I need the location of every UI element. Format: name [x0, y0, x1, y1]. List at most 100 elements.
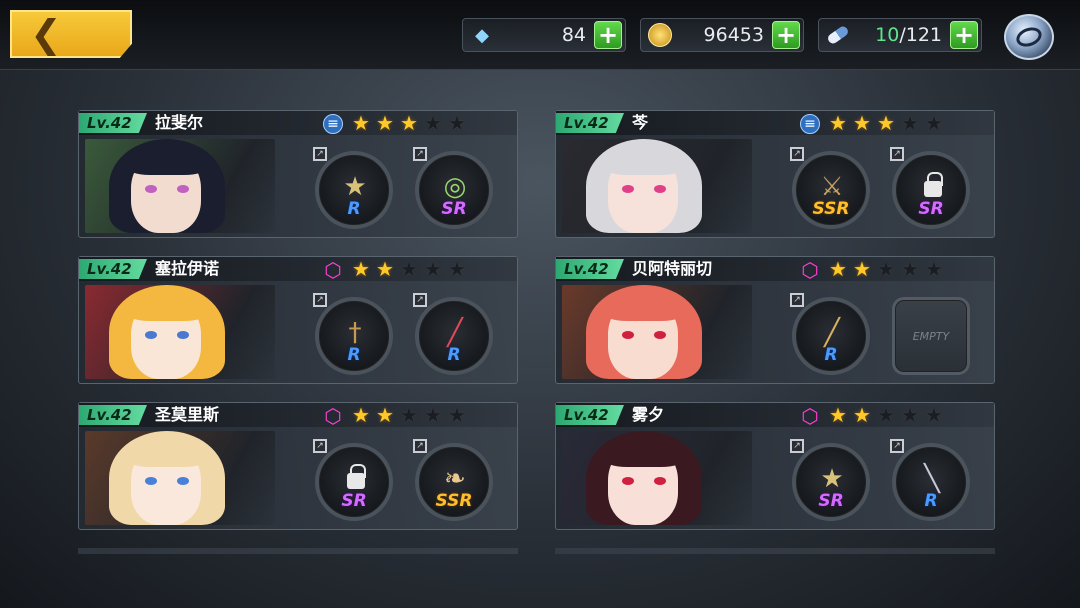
gem-icon: ◆ [475, 24, 489, 46]
add-gems-button[interactable]: + [594, 21, 622, 49]
weapon-slot[interactable]: ↗ SR [313, 439, 393, 521]
gem-value: 84 [561, 24, 586, 46]
settings-orb-button[interactable] [1004, 14, 1054, 60]
star-rating: ★ ★ ★ ★ ★ [826, 403, 946, 427]
list-bottom-divider-left [78, 548, 518, 554]
rank-hexagon-icon: ⬡ [801, 404, 819, 428]
slot-expand-icon: ↗ [313, 439, 327, 453]
character-name: 芩 [632, 113, 649, 132]
rarity-label: R [924, 491, 938, 511]
rarity-label: R [347, 345, 361, 365]
weapon-slot-empty[interactable]: EMPTY [892, 297, 970, 375]
weapon-slot[interactable]: ↗ † R [313, 293, 393, 375]
character-card[interactable]: Lv.42 芩 ≡ ★ ★ ★ ★ ★ ↗ ⚔ SSR ↗ SR [555, 110, 995, 238]
lock-icon [347, 464, 366, 489]
rarity-label: SR [341, 491, 367, 511]
character-card[interactable]: Lv.42 塞拉伊诺 ⬡ ★ ★ ★ ★ ★ ↗ † R ↗ ╱ R [78, 256, 518, 384]
character-portrait [562, 431, 752, 525]
level-badge: Lv.42 [556, 259, 624, 279]
slot-expand-icon: ↗ [313, 293, 327, 307]
slot-expand-icon: ↗ [790, 147, 804, 161]
weapon-slot[interactable]: ↗ ★ R [313, 147, 393, 229]
character-card[interactable]: Lv.42 雾夕 ⬡ ★ ★ ★ ★ ★ ↗ ★ SR ↗ ╲ R [555, 402, 995, 530]
star-icon: ★ [877, 257, 895, 281]
character-name: 圣莫里斯 [155, 405, 220, 424]
slot-expand-icon: ↗ [790, 293, 804, 307]
star-icon: ★ [352, 403, 370, 427]
lock-icon [924, 172, 943, 197]
rank-hexagon-icon: ⬡ [324, 404, 342, 428]
card-header: Lv.42 贝阿特丽切 ⬡ ★ ★ ★ ★ ★ [556, 257, 994, 282]
weapon-slot[interactable]: ↗ ★ SR [790, 439, 870, 521]
character-name: 贝阿特丽切 [632, 259, 713, 278]
top-bar: ❮ ◆ 84 + 96453 + 10/121 + [0, 0, 1080, 70]
star-icon: ★ [853, 257, 871, 281]
stamina-value: 10/121 [875, 24, 942, 46]
rank-layers-icon: ≡ [323, 114, 343, 134]
weapon-slot[interactable]: ↗ ╲ R [890, 439, 970, 521]
character-portrait [562, 285, 752, 379]
rarity-label: R [824, 345, 838, 365]
gold-counter: 96453 + [640, 18, 804, 52]
star-icon: ★ [925, 257, 943, 281]
star-icon: ★ [400, 257, 418, 281]
card-header: Lv.42 芩 ≡ ★ ★ ★ ★ ★ [556, 111, 994, 135]
star-icon: ★ [829, 111, 847, 135]
list-bottom-divider-right [555, 548, 995, 554]
level-badge: Lv.42 [79, 405, 147, 425]
character-card[interactable]: Lv.42 拉斐尔 ≡ ★ ★ ★ ★ ★ ↗ ★ R ↗ ◎ SR [78, 110, 518, 238]
rarity-label: SR [818, 491, 844, 511]
stamina-counter: 10/121 + [818, 18, 982, 52]
star-icon: ★ [853, 111, 871, 135]
character-name: 塞拉伊诺 [155, 259, 220, 278]
add-gold-button[interactable]: + [772, 21, 800, 49]
rarity-label: R [447, 345, 461, 365]
add-stamina-button[interactable]: + [950, 21, 978, 49]
weapon-slot[interactable]: ↗ ╱ R [413, 293, 493, 375]
weapon-slot[interactable]: ↗ ⚔ SSR [790, 147, 870, 229]
star-icon: ★ [448, 257, 466, 281]
star-rating: ★ ★ ★ ★ ★ [349, 257, 469, 281]
card-header: Lv.42 圣莫里斯 ⬡ ★ ★ ★ ★ ★ [79, 403, 517, 428]
character-card[interactable]: Lv.42 贝阿特丽切 ⬡ ★ ★ ★ ★ ★ ↗ ╱ R EMPTY [555, 256, 995, 384]
character-portrait [85, 285, 275, 379]
star-icon: ★ [925, 403, 943, 427]
gem-counter: ◆ 84 + [462, 18, 626, 52]
level-badge: Lv.42 [79, 113, 147, 133]
character-card[interactable]: Lv.42 圣莫里斯 ⬡ ★ ★ ★ ★ ★ ↗ SR ↗ ❧ SSR [78, 402, 518, 530]
star-icon: ★ [424, 257, 442, 281]
pill-icon [823, 20, 853, 50]
star-icon: ★ [853, 403, 871, 427]
star-icon: ★ [448, 403, 466, 427]
weapon-slot[interactable]: ↗ SR [890, 147, 970, 229]
slot-expand-icon: ↗ [413, 293, 427, 307]
weapon-slot[interactable]: ↗ ❧ SSR [413, 439, 493, 521]
weapon-slot[interactable]: ↗ ◎ SR [413, 147, 493, 229]
slot-expand-icon: ↗ [413, 147, 427, 161]
star-icon: ★ [877, 111, 895, 135]
rank-layers-icon: ≡ [800, 114, 820, 134]
slot-expand-icon: ↗ [890, 147, 904, 161]
weapon-slot[interactable]: ↗ ╱ R [790, 293, 870, 375]
star-rating: ★ ★ ★ ★ ★ [826, 257, 946, 281]
level-badge: Lv.42 [79, 259, 147, 279]
character-portrait [85, 139, 275, 233]
empty-label: EMPTY [912, 330, 950, 343]
star-icon: ★ [352, 111, 370, 135]
gold-value: 96453 [703, 24, 764, 46]
slot-expand-icon: ↗ [890, 439, 904, 453]
rarity-label: SSR [812, 199, 850, 219]
rarity-label: SSR [435, 491, 473, 511]
star-icon: ★ [400, 403, 418, 427]
level-badge: Lv.42 [556, 405, 624, 425]
back-button[interactable]: ❮ [10, 10, 132, 58]
star-icon: ★ [925, 111, 943, 135]
card-header: Lv.42 拉斐尔 ≡ ★ ★ ★ ★ ★ [79, 111, 517, 135]
character-name: 拉斐尔 [155, 113, 204, 132]
star-icon: ★ [424, 403, 442, 427]
rarity-label: SR [918, 199, 944, 219]
ring-orb-icon [1013, 24, 1045, 50]
star-icon: ★ [376, 111, 394, 135]
rarity-label: SR [441, 199, 467, 219]
star-icon: ★ [877, 403, 895, 427]
